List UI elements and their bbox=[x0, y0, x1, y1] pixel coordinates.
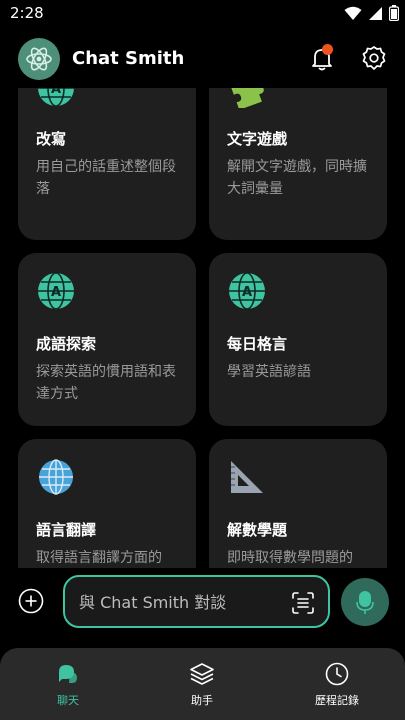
nav-label: 助手 bbox=[191, 694, 213, 707]
layers-icon bbox=[190, 663, 214, 685]
card-idiom-explore[interactable]: A 成語探索 探索英語的慣用語和表達方式 bbox=[18, 253, 196, 426]
globe-icon: A bbox=[38, 272, 74, 310]
battery-icon bbox=[389, 5, 399, 21]
signal-icon bbox=[369, 6, 382, 20]
svg-text:A: A bbox=[242, 285, 252, 300]
app-header: Chat Smith bbox=[0, 26, 405, 88]
puzzle-icon bbox=[231, 88, 264, 108]
app-logo bbox=[18, 38, 60, 80]
status-bar: 2:28 bbox=[0, 0, 405, 26]
notification-dot bbox=[322, 44, 333, 55]
atom-icon bbox=[26, 47, 52, 71]
notifications-button[interactable] bbox=[308, 44, 336, 72]
world-globe-icon bbox=[39, 459, 73, 495]
chat-bubbles-icon bbox=[59, 665, 77, 683]
card-title: 解數學題 bbox=[227, 521, 288, 539]
microphone-icon bbox=[356, 591, 374, 614]
nav-label: 歷程記錄 bbox=[315, 694, 359, 707]
assistant-grid[interactable]: A 改寫 用自己的話重述整個段落 文字遊戲 解開文字遊戲，同時擴大詞彙量 A 成… bbox=[0, 88, 405, 568]
globe-icon: A bbox=[38, 88, 74, 107]
svg-text:A: A bbox=[51, 285, 61, 300]
chat-input-box[interactable] bbox=[63, 575, 330, 628]
card-title: 語言翻譯 bbox=[36, 521, 97, 539]
card-desc: 用自己的話重述整個段落 bbox=[36, 159, 176, 197]
attach-button[interactable] bbox=[18, 588, 44, 614]
nav-assistant[interactable]: 助手 bbox=[152, 662, 252, 708]
card-desc: 探索英語的慣用語和表達方式 bbox=[36, 364, 176, 402]
card-title: 每日格言 bbox=[227, 335, 288, 353]
card-desc: 學習英語諺語 bbox=[227, 364, 311, 380]
scan-text-icon bbox=[292, 592, 314, 614]
triangle-ruler-icon bbox=[231, 461, 263, 493]
card-translate[interactable]: 語言翻譯 取得語言翻譯方面的 bbox=[18, 439, 196, 568]
bottom-nav: 聊天 助手 歷程記錄 bbox=[0, 648, 405, 720]
card-rewrite[interactable]: A 改寫 用自己的話重述整個段落 bbox=[18, 88, 196, 240]
card-title: 文字遊戲 bbox=[227, 130, 288, 148]
settings-button[interactable] bbox=[360, 44, 388, 72]
card-title: 改寫 bbox=[36, 130, 67, 148]
nav-chat[interactable]: 聊天 bbox=[18, 662, 118, 708]
app-title: Chat Smith bbox=[72, 48, 185, 69]
svg-text:A: A bbox=[51, 88, 61, 97]
clock-icon bbox=[325, 662, 349, 686]
gear-icon bbox=[362, 46, 386, 70]
card-math-solver[interactable]: 解數學題 即時取得數學問題的 bbox=[209, 439, 387, 568]
nav-history[interactable]: 歷程記錄 bbox=[287, 662, 387, 708]
plus-circle-icon bbox=[18, 588, 44, 614]
card-title: 成語探索 bbox=[36, 335, 97, 353]
globe-icon: A bbox=[229, 272, 265, 310]
status-time: 2:28 bbox=[10, 4, 44, 22]
card-desc: 解開文字遊戲，同時擴大詞彙量 bbox=[227, 159, 367, 197]
nav-label: 聊天 bbox=[57, 694, 79, 707]
card-desc: 取得語言翻譯方面的 bbox=[36, 550, 162, 566]
voice-button[interactable] bbox=[341, 578, 389, 626]
wifi-icon bbox=[344, 6, 362, 20]
chat-input[interactable] bbox=[79, 590, 279, 614]
scan-button[interactable] bbox=[290, 590, 316, 616]
card-daily-proverb[interactable]: A 每日格言 學習英語諺語 bbox=[209, 253, 387, 426]
card-word-game[interactable]: 文字遊戲 解開文字遊戲，同時擴大詞彙量 bbox=[209, 88, 387, 240]
status-icons bbox=[344, 5, 399, 21]
chat-input-bar bbox=[0, 568, 405, 636]
card-desc: 即時取得數學問題的 bbox=[227, 550, 353, 566]
